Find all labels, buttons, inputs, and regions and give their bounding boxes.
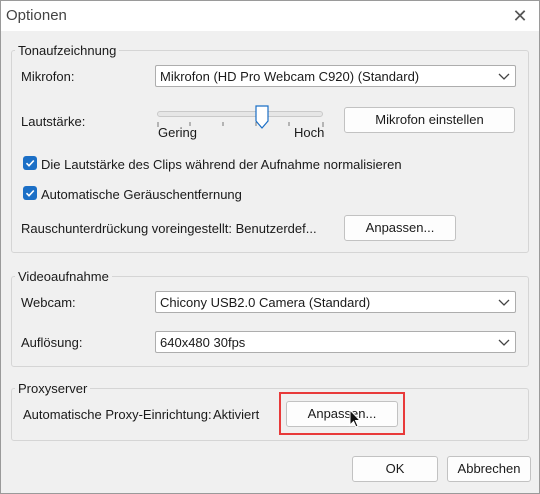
ok-button[interactable]: OK [352, 456, 438, 482]
webcam-label: Webcam: [21, 295, 76, 310]
volume-low-label: Gering [158, 125, 198, 140]
volume-slider-thumb[interactable] [254, 105, 269, 129]
proxy-legend: Proxyserver [18, 381, 88, 396]
resolution-label: Auflösung: [21, 335, 83, 350]
check-icon [25, 189, 35, 197]
proxy-adjust-button[interactable]: Anpassen... [286, 401, 398, 427]
mic-settings-button[interactable]: Mikrofon einstellen [344, 107, 515, 133]
resolution-select[interactable]: 640x480 30fps [155, 331, 516, 353]
resolution-select-value: 640x480 30fps [160, 335, 246, 350]
normalize-label[interactable]: Die Lautstärke des Clips während der Auf… [41, 157, 402, 172]
volume-slider-track [157, 111, 323, 117]
title-bar: Optionen ✕ [1, 1, 539, 31]
noise-removal-label[interactable]: Automatische Geräuschentfernung [41, 187, 242, 202]
noise-removal-checkbox[interactable] [23, 186, 37, 200]
close-icon[interactable]: ✕ [509, 5, 531, 27]
window-title: Optionen [6, 7, 67, 24]
volume-high-label: Hoch [294, 125, 325, 140]
cancel-button[interactable]: Abbrechen [447, 456, 531, 482]
chevron-down-icon [498, 73, 510, 80]
chevron-down-icon [498, 299, 510, 306]
proxy-auto-label: Automatische Proxy-Einrichtung: [23, 407, 212, 422]
recording-legend: Tonaufzeichnung [18, 43, 117, 58]
options-dialog: Optionen ✕ Tonaufzeichnung Mikrofon: Mik… [0, 0, 540, 494]
normalize-checkbox[interactable] [23, 156, 37, 170]
video-legend: Videoaufnahme [18, 269, 109, 284]
check-icon [25, 159, 35, 167]
mouse-cursor-icon [349, 409, 362, 428]
volume-label: Lautstärke: [21, 114, 86, 129]
mic-label: Mikrofon: [21, 69, 75, 84]
mic-select[interactable]: Mikrofon (HD Pro Webcam C920) (Standard) [155, 65, 516, 87]
noise-adjust-button[interactable]: Anpassen... [344, 215, 456, 241]
webcam-select[interactable]: Chicony USB2.0 Camera (Standard) [155, 291, 516, 313]
proxy-auto-value: Aktiviert [213, 407, 260, 422]
webcam-select-value: Chicony USB2.0 Camera (Standard) [160, 295, 371, 310]
noise-preset-label: Rauschunterdrückung voreingestellt: Benu… [21, 221, 317, 236]
mic-select-value: Mikrofon (HD Pro Webcam C920) (Standard) [160, 69, 420, 84]
chevron-down-icon [498, 339, 510, 346]
